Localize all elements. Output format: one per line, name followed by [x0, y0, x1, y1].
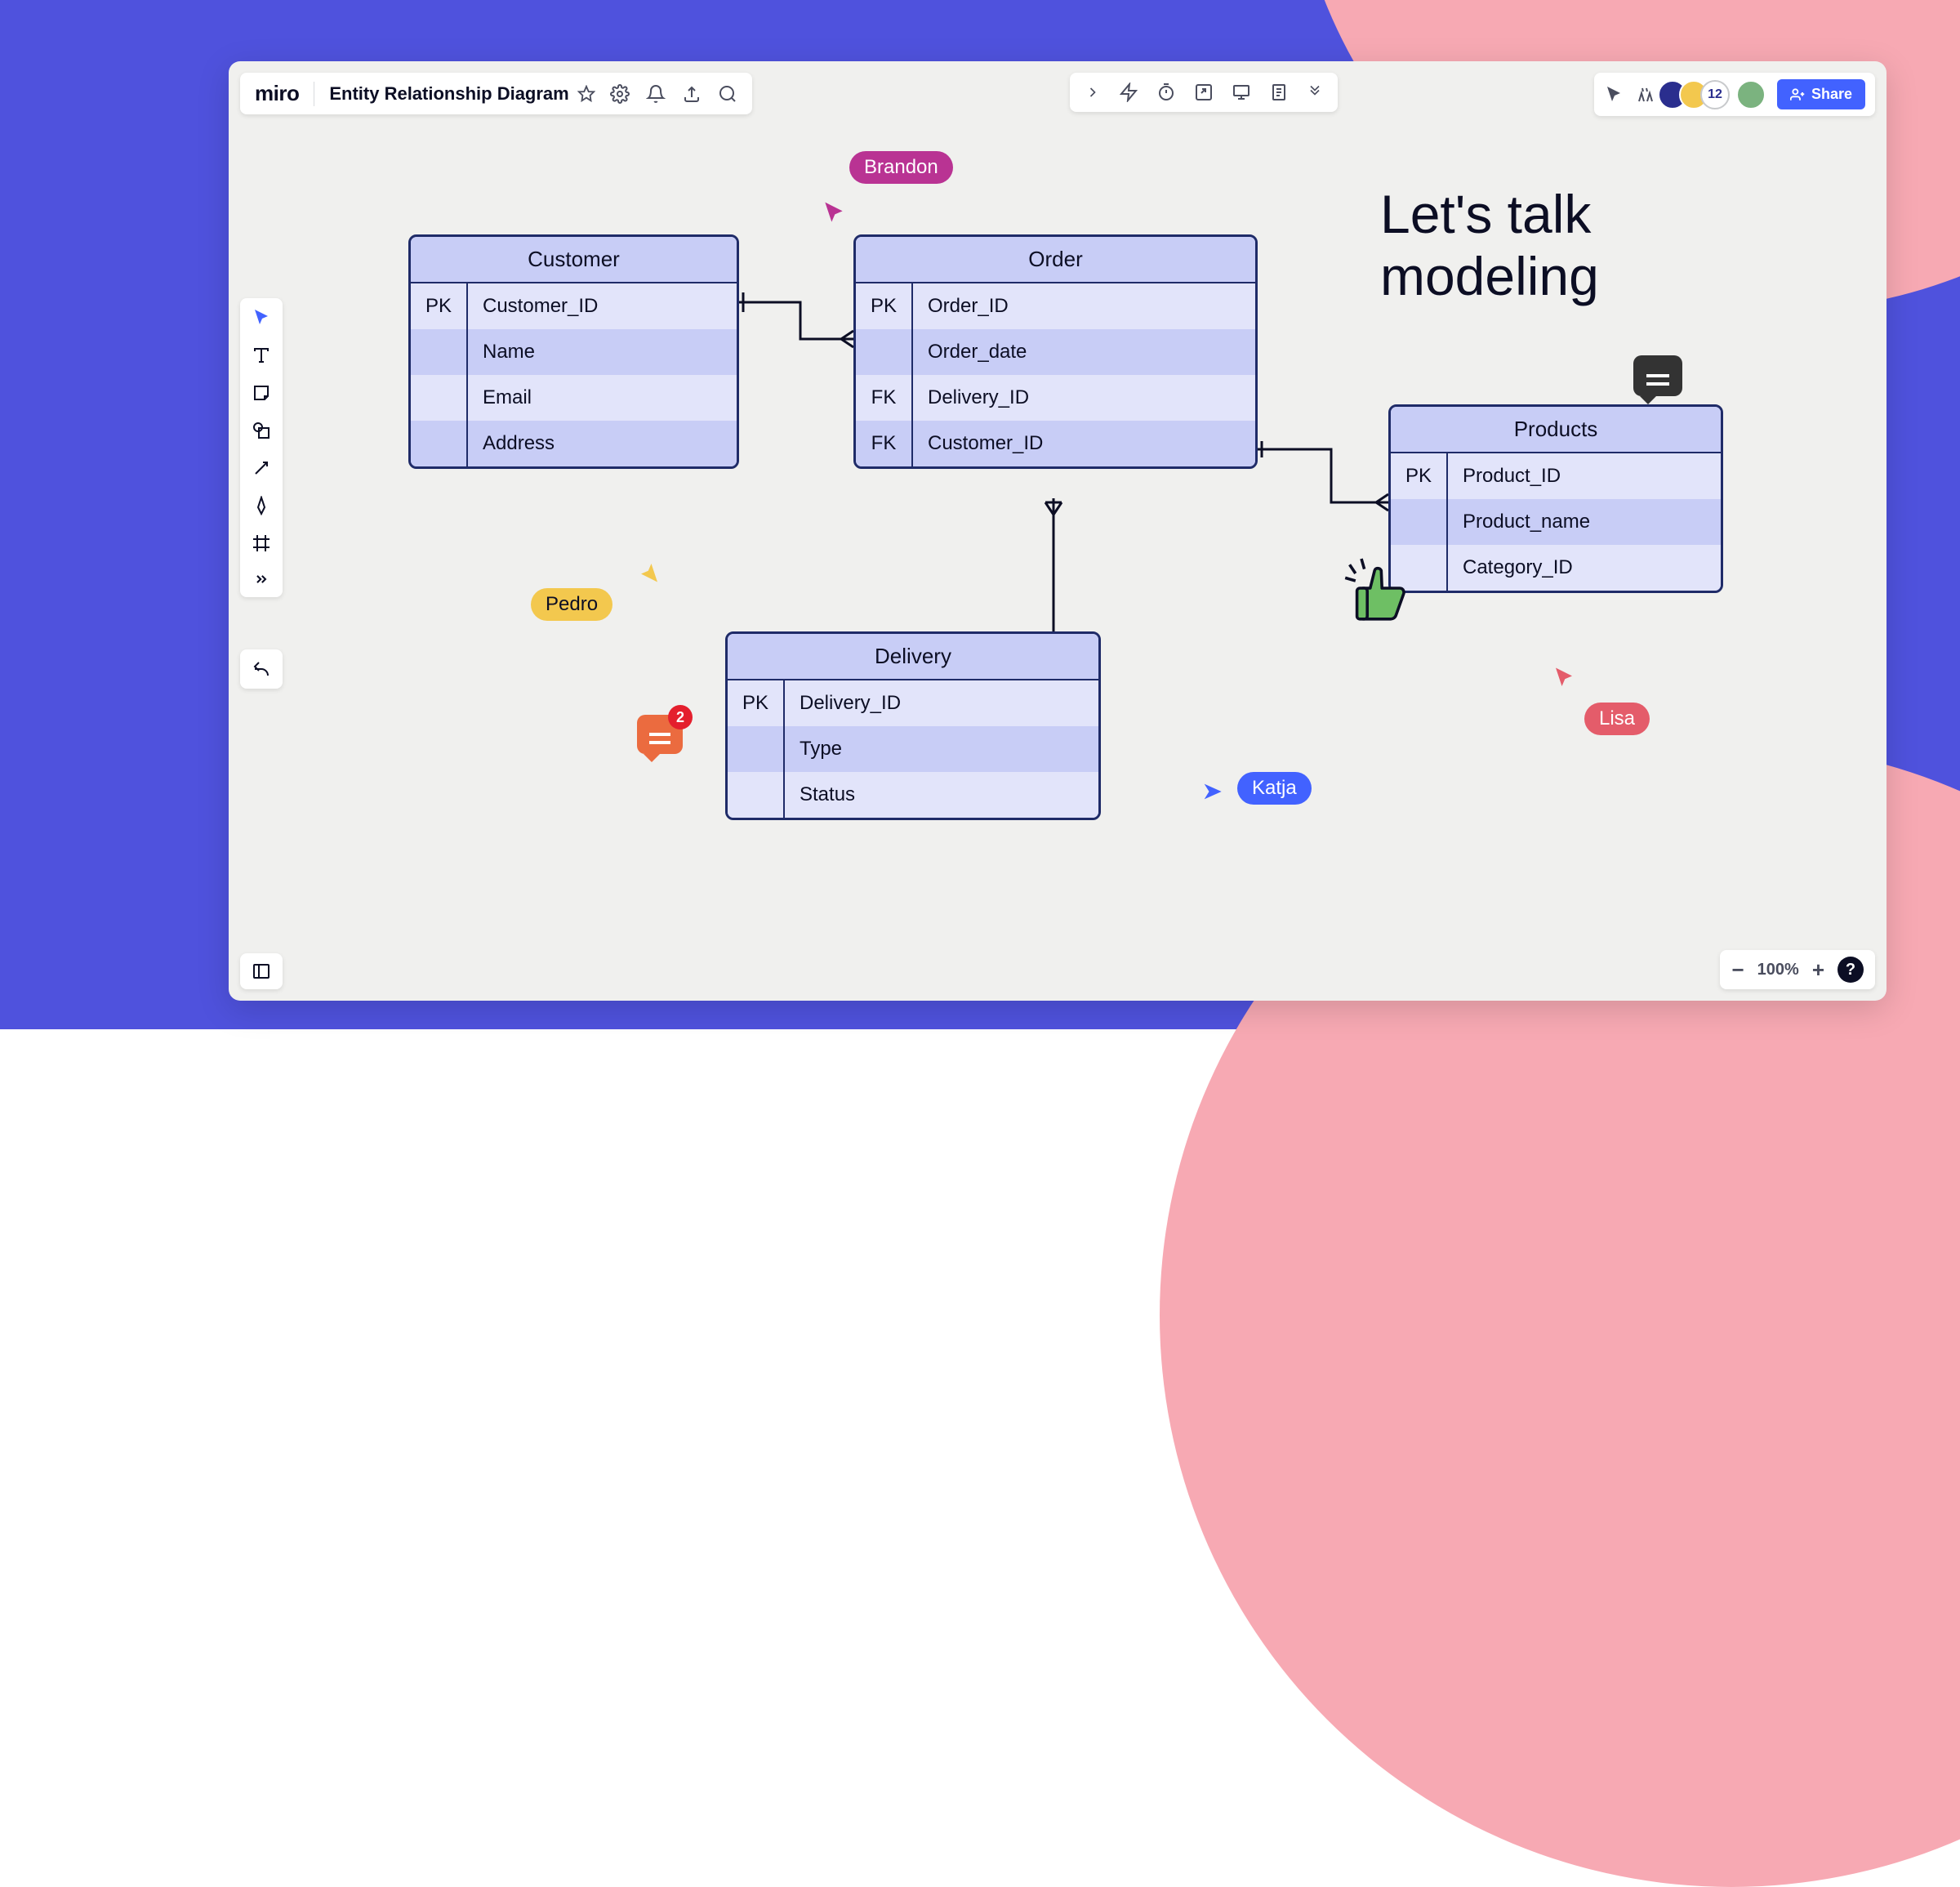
cursor-label-pedro: Pedro: [531, 588, 612, 621]
cell-val: Status: [785, 772, 1098, 818]
entity-products[interactable]: Products PKProduct_ID Product_name Categ…: [1388, 404, 1723, 593]
entity-title: Delivery: [728, 634, 1098, 680]
canvas[interactable]: Customer PKCustomer_ID Name Email Addres…: [229, 61, 1886, 1001]
cell-val: Delivery_ID: [913, 375, 1255, 421]
cell-key: [728, 772, 785, 818]
comment-thread[interactable]: 2: [637, 715, 683, 754]
cell-key: [411, 421, 468, 466]
cursor-katja: [1200, 780, 1223, 803]
callout-text[interactable]: Let's talk modeling: [1380, 184, 1599, 308]
cursor-label-brandon: Brandon: [849, 151, 953, 184]
cell-key: PK: [411, 283, 468, 329]
cursor-label-katja: Katja: [1237, 772, 1312, 805]
cell-key: [411, 329, 468, 375]
callout-line2: modeling: [1380, 246, 1599, 308]
cell-key: [1391, 499, 1448, 545]
comment-bubble[interactable]: [1633, 355, 1682, 396]
cell-val: Address: [468, 421, 737, 466]
entity-title: Customer: [411, 237, 737, 283]
comment-lines-icon: [1646, 374, 1669, 377]
cell-key: FK: [856, 375, 913, 421]
cell-val: Order_ID: [913, 283, 1255, 329]
cell-val: Category_ID: [1448, 545, 1721, 591]
cell-key: FK: [856, 421, 913, 466]
entity-order[interactable]: Order PKOrder_ID Order_date FKDelivery_I…: [853, 234, 1258, 469]
cell-key: PK: [856, 283, 913, 329]
cursor-brandon: [821, 200, 847, 226]
cell-key: [856, 329, 913, 375]
cell-val: Product_name: [1448, 499, 1721, 545]
cell-val: Email: [468, 375, 737, 421]
cell-key: PK: [728, 680, 785, 726]
cell-val: Customer_ID: [913, 421, 1255, 466]
comment-lines-icon: [649, 733, 670, 736]
cell-key: [411, 375, 468, 421]
cursor-label-lisa: Lisa: [1584, 703, 1650, 735]
cell-val: Order_date: [913, 329, 1255, 375]
cursor-lisa: [1552, 666, 1576, 690]
cell-val: Customer_ID: [468, 283, 737, 329]
cell-val: Type: [785, 726, 1098, 772]
entity-title: Products: [1391, 407, 1721, 453]
cell-key: PK: [1391, 453, 1448, 499]
entity-title: Order: [856, 237, 1255, 283]
callout-line1: Let's talk: [1380, 184, 1599, 246]
cell-val: Product_ID: [1448, 453, 1721, 499]
thumbs-up-reaction[interactable]: [1339, 551, 1413, 625]
app-window: miro Entity Relationship Diagram 12: [229, 61, 1886, 1001]
entity-delivery[interactable]: Delivery PKDelivery_ID Type Status: [725, 631, 1101, 820]
cell-val: Delivery_ID: [785, 680, 1098, 726]
cursor-pedro: [637, 560, 662, 584]
cell-key: [728, 726, 785, 772]
comment-count-badge: 2: [668, 705, 693, 729]
cell-val: Name: [468, 329, 737, 375]
entity-customer[interactable]: Customer PKCustomer_ID Name Email Addres…: [408, 234, 739, 469]
